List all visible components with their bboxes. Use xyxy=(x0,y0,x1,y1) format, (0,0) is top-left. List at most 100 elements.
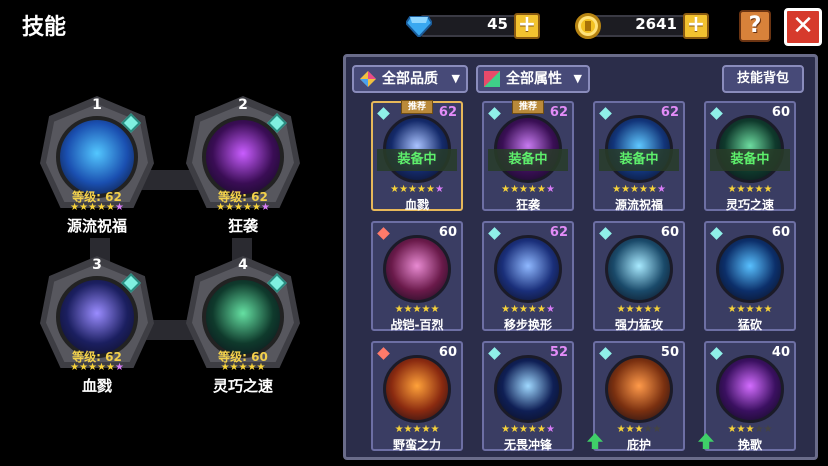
purple-star-icon: ★ xyxy=(545,424,555,435)
attribute-filter-dropdown[interactable]: 全部属性 ▼ xyxy=(476,65,590,93)
star-icon: ★ xyxy=(727,424,737,435)
star-icon: ★ xyxy=(536,304,546,315)
skill-name: 狂袭 xyxy=(515,198,540,212)
star-icon: ★ xyxy=(430,304,440,315)
star-icon: ★ xyxy=(501,184,511,195)
purple-star-icon: ★ xyxy=(434,184,444,195)
star-icon: ★ xyxy=(399,184,409,195)
skill-card[interactable]: 62 ★★★★★★ 移步换形 xyxy=(482,221,574,332)
help-button[interactable]: ? xyxy=(739,10,771,42)
skill-name: 移步换形 xyxy=(503,318,552,332)
add-gems-button[interactable]: + xyxy=(514,13,540,39)
skill-card[interactable]: 60 ★★★★★ 猛砍 xyxy=(704,221,796,332)
skill-card[interactable]: 60 装备中 ★★★★★ 灵巧之速 xyxy=(704,101,796,212)
chevron-down-icon: ▼ xyxy=(451,72,460,85)
skill-name: 灵巧之速 xyxy=(212,377,273,395)
star-icon: ★ xyxy=(519,184,528,195)
gem-count: 45 xyxy=(487,15,508,33)
star-icon: ★ xyxy=(727,304,737,315)
equipped-label: 装备中 xyxy=(710,149,790,171)
star-icon: ★ xyxy=(105,202,115,213)
star-icon: ★ xyxy=(763,184,773,195)
quality-filter-label: 全部品质 xyxy=(382,71,438,87)
slot-number: 2 xyxy=(238,97,248,113)
star-icon: ★ xyxy=(647,184,657,195)
skill-card[interactable]: 62 装备中 ★★★★★★ 源流祝福 xyxy=(593,101,685,212)
star-icon: ★ xyxy=(403,424,413,435)
recommended-badge: 推荐 xyxy=(401,100,433,114)
star-icon: ★ xyxy=(616,304,626,315)
star-icon: ★ xyxy=(394,424,404,435)
star-icon: ★ xyxy=(510,304,520,315)
star-icon: ★ xyxy=(652,304,662,315)
star-icon: ★ xyxy=(394,304,404,315)
equipped-label: 装备中 xyxy=(377,149,457,171)
skill-name: 灵巧之速 xyxy=(725,198,774,212)
skill-icon xyxy=(716,235,784,303)
skill-card[interactable]: 62 推荐 装备中 ★★★★★★ 血戮 xyxy=(371,100,463,212)
equipped-slot-4[interactable]: 4 等级: 60 ★★★★★ 灵巧之速 xyxy=(182,256,304,406)
page-title: 技能 xyxy=(22,15,67,40)
equipped-slot-1[interactable]: 1 等级: 62 ★★★★★★ 源流祝福 xyxy=(36,96,158,246)
skill-card[interactable]: 50 ★★★★★ 庇护 xyxy=(587,341,685,452)
star-icon: ★ xyxy=(225,202,235,213)
gem-icon xyxy=(599,347,612,360)
skill-bag-button[interactable]: 技能背包 xyxy=(722,65,804,93)
quality-filter-dropdown[interactable]: 全部品质 ▼ xyxy=(352,65,468,93)
star-icon: ★ xyxy=(528,184,537,195)
skill-name: 源流祝福 xyxy=(614,198,663,212)
purple-star-icon: ★ xyxy=(545,304,555,315)
skill-name: 庇护 xyxy=(626,438,651,452)
skill-card[interactable]: 60 ★★★★★ 强力猛攻 xyxy=(593,221,685,332)
star-icon: ★ xyxy=(528,424,537,435)
coin-counter: 2641 + xyxy=(575,13,709,39)
gem-icon xyxy=(599,227,612,240)
star-icon: ★ xyxy=(621,184,631,195)
equipped-slot-2[interactable]: 2 等级: 62 ★★★★★★ 狂袭 xyxy=(182,96,304,246)
star-icon: ★ xyxy=(616,424,626,435)
star-rating: ★★★★★★ xyxy=(484,184,572,195)
star-icon: ★ xyxy=(88,362,97,373)
gem-icon xyxy=(488,107,501,120)
skill-name: 无畏冲锋 xyxy=(503,438,552,452)
skill-card[interactable]: 52 ★★★★★★ 无畏冲锋 xyxy=(482,341,574,452)
gem-icon xyxy=(710,227,723,240)
star-rating: ★★★★★★ xyxy=(373,184,461,195)
purple-star-icon: ★ xyxy=(114,202,124,213)
star-icon: ★ xyxy=(612,184,622,195)
purple-star-icon: ★ xyxy=(545,184,555,195)
equipped-slot-3[interactable]: 3 等级: 62 ★★★★★★ 血戮 xyxy=(36,256,158,406)
star-icon: ★ xyxy=(639,184,648,195)
star-icon: ★ xyxy=(79,362,89,373)
star-icon: ★ xyxy=(625,424,635,435)
skill-name: 野蛮之力 xyxy=(392,438,441,452)
skill-name: 挽歌 xyxy=(737,438,762,452)
gem-icon xyxy=(710,347,723,360)
star-rating: ★★★★★★ xyxy=(484,424,572,435)
skill-name: 血戮 xyxy=(404,198,429,212)
close-button[interactable]: ✕ xyxy=(784,8,822,46)
empty-star-icon: ★ xyxy=(652,424,662,435)
purple-star-icon: ★ xyxy=(260,202,270,213)
add-coins-button[interactable]: + xyxy=(683,13,709,39)
slot-number: 3 xyxy=(92,257,102,273)
star-icon: ★ xyxy=(528,304,537,315)
skill-card[interactable]: 60 ★★★★★ 战铠-百烈 xyxy=(371,221,463,332)
star-icon: ★ xyxy=(220,362,230,373)
skill-card[interactable]: 62 推荐 装备中 ★★★★★★ 狂袭 xyxy=(482,100,574,212)
star-rating: ★★★★★ xyxy=(595,304,683,315)
gem-icon xyxy=(488,227,501,240)
star-icon: ★ xyxy=(216,202,226,213)
skill-icon xyxy=(494,355,562,423)
skill-card[interactable]: 60 ★★★★★ 野蛮之力 xyxy=(371,341,463,452)
skill-card[interactable]: 40 ★★★★★ 挽歌 xyxy=(698,341,796,452)
skill-level: 60 xyxy=(438,345,457,360)
skill-level: 40 xyxy=(771,345,790,360)
skill-name: 强力猛攻 xyxy=(614,318,663,332)
skill-name: 猛砍 xyxy=(737,318,762,332)
star-icon: ★ xyxy=(234,202,243,213)
star-icon: ★ xyxy=(79,202,89,213)
gem-icon xyxy=(377,227,390,240)
star-icon: ★ xyxy=(630,184,639,195)
star-icon: ★ xyxy=(229,362,239,373)
